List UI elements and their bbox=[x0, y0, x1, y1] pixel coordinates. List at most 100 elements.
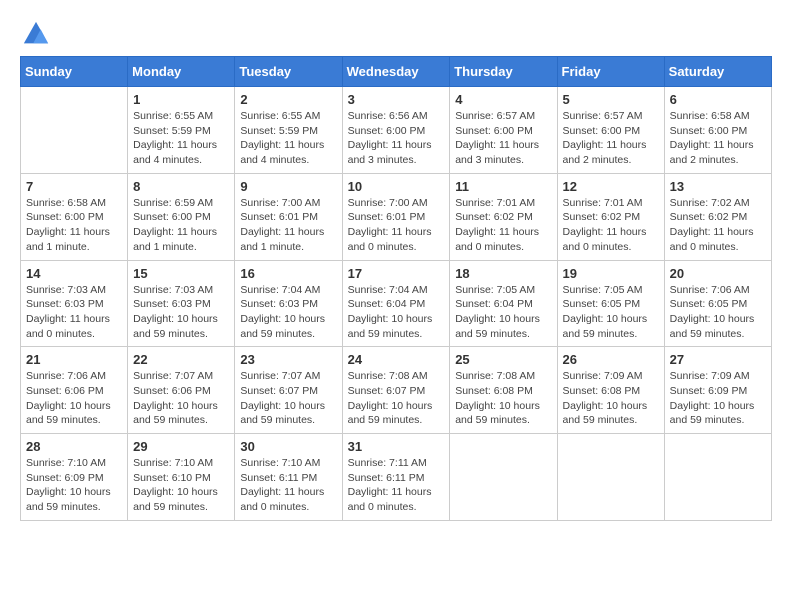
day-number: 17 bbox=[348, 266, 445, 281]
day-number: 19 bbox=[563, 266, 659, 281]
day-number: 11 bbox=[455, 179, 551, 194]
calendar-cell: 21 Sunrise: 7:06 AM Sunset: 6:06 PM Dayli… bbox=[21, 347, 128, 434]
day-number: 21 bbox=[26, 352, 122, 367]
day-info: Sunrise: 7:05 AM Sunset: 6:05 PM Dayligh… bbox=[563, 283, 659, 342]
calendar-cell: 3 Sunrise: 6:56 AM Sunset: 6:00 PM Daylig… bbox=[342, 87, 450, 174]
day-number: 2 bbox=[240, 92, 336, 107]
calendar-cell: 18 Sunrise: 7:05 AM Sunset: 6:04 PM Dayli… bbox=[450, 260, 557, 347]
day-number: 29 bbox=[133, 439, 229, 454]
calendar-week-row: 21 Sunrise: 7:06 AM Sunset: 6:06 PM Dayli… bbox=[21, 347, 772, 434]
calendar-cell: 8Sunrise: 6:59 AM Sunset: 6:00 PM Daylig… bbox=[128, 173, 235, 260]
calendar-week-row: 7 Sunrise: 6:58 AM Sunset: 6:00 PM Daylig… bbox=[21, 173, 772, 260]
day-info: Sunrise: 7:04 AM Sunset: 6:04 PM Dayligh… bbox=[348, 283, 445, 342]
day-number: 6 bbox=[670, 92, 766, 107]
calendar-cell: 5Sunrise: 6:57 AM Sunset: 6:00 PM Daylig… bbox=[557, 87, 664, 174]
day-number: 12 bbox=[563, 179, 659, 194]
calendar-cell: 29 Sunrise: 7:10 AM Sunset: 6:10 PM Dayli… bbox=[128, 434, 235, 521]
calendar-cell: 24 Sunrise: 7:08 AM Sunset: 6:07 PM Dayli… bbox=[342, 347, 450, 434]
calendar-cell: 13Sunrise: 7:02 AM Sunset: 6:02 PM Dayli… bbox=[664, 173, 771, 260]
day-info: Sunrise: 7:07 AM Sunset: 6:07 PM Dayligh… bbox=[240, 369, 336, 428]
day-number: 15 bbox=[133, 266, 229, 281]
calendar-cell: 20 Sunrise: 7:06 AM Sunset: 6:05 PM Dayli… bbox=[664, 260, 771, 347]
day-number: 14 bbox=[26, 266, 122, 281]
day-number: 13 bbox=[670, 179, 766, 194]
calendar-cell: 22Sunrise: 7:07 AM Sunset: 6:06 PM Dayli… bbox=[128, 347, 235, 434]
calendar-cell: 27 Sunrise: 7:09 AM Sunset: 6:09 PM Dayli… bbox=[664, 347, 771, 434]
day-info: Sunrise: 6:58 AM Sunset: 6:00 PM Dayligh… bbox=[670, 109, 766, 168]
calendar-cell: 17 Sunrise: 7:04 AM Sunset: 6:04 PM Dayli… bbox=[342, 260, 450, 347]
calendar-cell bbox=[21, 87, 128, 174]
calendar-cell: 15 Sunrise: 7:03 AM Sunset: 6:03 PM Dayli… bbox=[128, 260, 235, 347]
calendar-cell: 25 Sunrise: 7:08 AM Sunset: 6:08 PM Dayli… bbox=[450, 347, 557, 434]
day-number: 7 bbox=[26, 179, 122, 194]
calendar-cell bbox=[450, 434, 557, 521]
calendar-cell bbox=[557, 434, 664, 521]
day-info: Sunrise: 7:10 AM Sunset: 6:11 PM Dayligh… bbox=[240, 456, 336, 515]
calendar-header-wednesday: Wednesday bbox=[342, 57, 450, 87]
calendar-cell: 10 Sunrise: 7:00 AM Sunset: 6:01 PM Dayli… bbox=[342, 173, 450, 260]
day-info: Sunrise: 7:00 AM Sunset: 6:01 PM Dayligh… bbox=[348, 196, 445, 255]
calendar-header-thursday: Thursday bbox=[450, 57, 557, 87]
page-header bbox=[20, 20, 772, 48]
day-number: 18 bbox=[455, 266, 551, 281]
day-number: 25 bbox=[455, 352, 551, 367]
day-info: Sunrise: 7:08 AM Sunset: 6:07 PM Dayligh… bbox=[348, 369, 445, 428]
calendar-cell: 2 Sunrise: 6:55 AM Sunset: 5:59 PM Daylig… bbox=[235, 87, 342, 174]
day-number: 3 bbox=[348, 92, 445, 107]
day-number: 30 bbox=[240, 439, 336, 454]
day-info: Sunrise: 6:56 AM Sunset: 6:00 PM Dayligh… bbox=[348, 109, 445, 168]
day-info: Sunrise: 7:00 AM Sunset: 6:01 PM Dayligh… bbox=[240, 196, 336, 255]
calendar-header-row: SundayMondayTuesdayWednesdayThursdayFrid… bbox=[21, 57, 772, 87]
logo-icon bbox=[22, 20, 50, 48]
calendar-cell: 16 Sunrise: 7:04 AM Sunset: 6:03 PM Dayli… bbox=[235, 260, 342, 347]
day-info: Sunrise: 7:01 AM Sunset: 6:02 PM Dayligh… bbox=[563, 196, 659, 255]
day-number: 8 bbox=[133, 179, 229, 194]
day-number: 28 bbox=[26, 439, 122, 454]
day-number: 27 bbox=[670, 352, 766, 367]
day-number: 5 bbox=[563, 92, 659, 107]
day-number: 24 bbox=[348, 352, 445, 367]
day-number: 16 bbox=[240, 266, 336, 281]
calendar-cell: 19 Sunrise: 7:05 AM Sunset: 6:05 PM Dayli… bbox=[557, 260, 664, 347]
day-info: Sunrise: 7:01 AM Sunset: 6:02 PM Dayligh… bbox=[455, 196, 551, 255]
day-number: 4 bbox=[455, 92, 551, 107]
calendar-header-tuesday: Tuesday bbox=[235, 57, 342, 87]
calendar-cell: 4 Sunrise: 6:57 AM Sunset: 6:00 PM Daylig… bbox=[450, 87, 557, 174]
calendar-week-row: 1 Sunrise: 6:55 AM Sunset: 5:59 PM Daylig… bbox=[21, 87, 772, 174]
day-info: Sunrise: 7:09 AM Sunset: 6:09 PM Dayligh… bbox=[670, 369, 766, 428]
day-number: 1 bbox=[133, 92, 229, 107]
calendar-cell: 30 Sunrise: 7:10 AM Sunset: 6:11 PM Dayli… bbox=[235, 434, 342, 521]
day-info: Sunrise: 6:55 AM Sunset: 5:59 PM Dayligh… bbox=[240, 109, 336, 168]
day-info: Sunrise: 7:06 AM Sunset: 6:05 PM Dayligh… bbox=[670, 283, 766, 342]
calendar-cell: 6 Sunrise: 6:58 AM Sunset: 6:00 PM Daylig… bbox=[664, 87, 771, 174]
day-info: Sunrise: 6:57 AM Sunset: 6:00 PM Dayligh… bbox=[455, 109, 551, 168]
day-info: Sunrise: 7:04 AM Sunset: 6:03 PM Dayligh… bbox=[240, 283, 336, 342]
day-info: Sunrise: 7:10 AM Sunset: 6:10 PM Dayligh… bbox=[133, 456, 229, 515]
calendar-cell: 1Sunrise: 6:55 AM Sunset: 5:59 PM Daylig… bbox=[128, 87, 235, 174]
day-info: Sunrise: 6:58 AM Sunset: 6:00 PM Dayligh… bbox=[26, 196, 122, 255]
day-info: Sunrise: 7:11 AM Sunset: 6:11 PM Dayligh… bbox=[348, 456, 445, 515]
calendar-cell: 26Sunrise: 7:09 AM Sunset: 6:08 PM Dayli… bbox=[557, 347, 664, 434]
calendar-cell: 11 Sunrise: 7:01 AM Sunset: 6:02 PM Dayli… bbox=[450, 173, 557, 260]
calendar-header-saturday: Saturday bbox=[664, 57, 771, 87]
day-info: Sunrise: 7:10 AM Sunset: 6:09 PM Dayligh… bbox=[26, 456, 122, 515]
logo bbox=[20, 20, 50, 48]
calendar-header-sunday: Sunday bbox=[21, 57, 128, 87]
calendar-cell: 31 Sunrise: 7:11 AM Sunset: 6:11 PM Dayli… bbox=[342, 434, 450, 521]
day-info: Sunrise: 7:06 AM Sunset: 6:06 PM Dayligh… bbox=[26, 369, 122, 428]
calendar-cell: 14Sunrise: 7:03 AM Sunset: 6:03 PM Dayli… bbox=[21, 260, 128, 347]
day-info: Sunrise: 7:08 AM Sunset: 6:08 PM Dayligh… bbox=[455, 369, 551, 428]
day-info: Sunrise: 7:09 AM Sunset: 6:08 PM Dayligh… bbox=[563, 369, 659, 428]
day-number: 31 bbox=[348, 439, 445, 454]
day-number: 10 bbox=[348, 179, 445, 194]
day-info: Sunrise: 7:03 AM Sunset: 6:03 PM Dayligh… bbox=[133, 283, 229, 342]
calendar-week-row: 28 Sunrise: 7:10 AM Sunset: 6:09 PM Dayli… bbox=[21, 434, 772, 521]
calendar-cell: 7 Sunrise: 6:58 AM Sunset: 6:00 PM Daylig… bbox=[21, 173, 128, 260]
calendar-cell: 23Sunrise: 7:07 AM Sunset: 6:07 PM Dayli… bbox=[235, 347, 342, 434]
calendar-week-row: 14 Sunrise: 7:03 AM Sunset: 6:03 PM Dayli… bbox=[21, 260, 772, 347]
day-info: Sunrise: 7:05 AM Sunset: 6:04 PM Dayligh… bbox=[455, 283, 551, 342]
calendar-cell: 28 Sunrise: 7:10 AM Sunset: 6:09 PM Dayli… bbox=[21, 434, 128, 521]
calendar-header-monday: Monday bbox=[128, 57, 235, 87]
day-number: 20 bbox=[670, 266, 766, 281]
calendar-cell: 9Sunrise: 7:00 AM Sunset: 6:01 PM Daylig… bbox=[235, 173, 342, 260]
